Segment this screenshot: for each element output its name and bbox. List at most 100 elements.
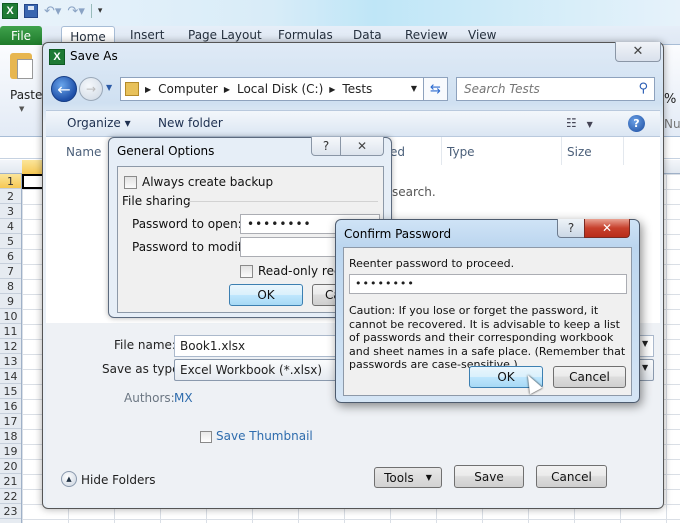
column-header-date-modified[interactable]: ed xyxy=(390,145,405,159)
close-button[interactable]: ✕ xyxy=(340,137,384,156)
row-header[interactable]: 10 xyxy=(0,309,21,324)
tab-page-layout[interactable]: Page Layout xyxy=(188,28,262,42)
close-button[interactable]: ✕ xyxy=(584,219,630,238)
row-header[interactable]: 6 xyxy=(0,249,21,264)
row-header[interactable]: 9 xyxy=(0,294,21,309)
password-to-modify-label: Password to modify: xyxy=(132,240,252,254)
paste-icon[interactable] xyxy=(10,53,33,79)
save-button[interactable]: Save xyxy=(454,465,524,488)
dialog-title: Confirm Password xyxy=(344,227,452,241)
column-divider[interactable] xyxy=(441,137,442,165)
save-as-type-dropdown-icon[interactable]: ▼ xyxy=(642,363,648,372)
close-button[interactable]: ✕ xyxy=(615,42,661,62)
help-button[interactable]: ? xyxy=(311,137,341,156)
authors-value[interactable]: MX xyxy=(174,391,193,405)
row-header[interactable]: 2 xyxy=(0,189,21,204)
tools-button[interactable]: Tools ▼ xyxy=(374,467,442,488)
tab-insert[interactable]: Insert xyxy=(130,28,164,42)
address-dropdown-icon[interactable]: ▼ xyxy=(411,84,417,93)
column-divider[interactable] xyxy=(561,137,562,165)
tab-review[interactable]: Review xyxy=(405,28,448,42)
dialog-title: Save As xyxy=(70,49,118,63)
row-header[interactable]: 18 xyxy=(0,429,21,444)
ok-button[interactable]: OK xyxy=(229,284,303,306)
row-header[interactable]: 20 xyxy=(0,459,21,474)
save-icon[interactable] xyxy=(24,4,38,18)
tab-view[interactable]: View xyxy=(468,28,496,42)
redo-icon[interactable]: ↷▾ xyxy=(67,4,84,19)
paste-button-label[interactable]: Paste xyxy=(10,88,42,102)
tab-data[interactable]: Data xyxy=(353,28,382,42)
percent-style-button[interactable]: % xyxy=(664,92,676,107)
row-header[interactable]: 13 xyxy=(0,354,21,369)
caution-text: Caution: If you lose or forget the passw… xyxy=(349,304,626,371)
reenter-password-label: Reenter password to proceed. xyxy=(349,257,515,270)
row-header[interactable]: 1 xyxy=(0,174,21,189)
breadcrumb-tests[interactable]: Tests xyxy=(342,82,372,96)
chevron-up-icon[interactable]: ▲ xyxy=(61,471,77,487)
recent-locations-dropdown-icon[interactable]: ▼ xyxy=(106,83,112,92)
empty-folder-message: search. xyxy=(392,185,436,199)
row-header[interactable]: 21 xyxy=(0,474,21,489)
column-header-name[interactable]: Name xyxy=(66,145,101,159)
breadcrumb-arrow-icon[interactable]: ▶ xyxy=(224,85,230,94)
row-header[interactable]: 17 xyxy=(0,414,21,429)
back-button[interactable]: ← xyxy=(51,76,77,102)
row-header[interactable]: 7 xyxy=(0,264,21,279)
row-header[interactable]: 11 xyxy=(0,324,21,339)
breadcrumb-arrow-icon[interactable]: ▶ xyxy=(329,85,335,94)
search-box[interactable]: ⚲ xyxy=(456,77,655,101)
row-header[interactable]: 23 xyxy=(0,504,21,519)
column-divider[interactable] xyxy=(623,137,624,165)
change-view-button[interactable]: ☷ ▼ xyxy=(566,116,593,130)
save-as-type-label: Save as type: xyxy=(102,362,184,376)
breadcrumb-arrow-icon[interactable]: ▶ xyxy=(145,85,151,94)
qat-divider xyxy=(90,4,92,18)
organize-button[interactable]: Organize ▾ xyxy=(67,116,131,130)
paste-dropdown-icon[interactable]: ▼ xyxy=(19,105,24,113)
help-icon[interactable]: ? xyxy=(628,115,645,132)
row-header[interactable]: 19 xyxy=(0,444,21,459)
cancel-button[interactable]: Cancel xyxy=(553,366,626,388)
row-header[interactable]: 14 xyxy=(0,369,21,384)
arrow-right-icon: → xyxy=(85,82,97,96)
always-create-backup-label[interactable]: Always create backup xyxy=(142,175,273,189)
row-header[interactable]: 15 xyxy=(0,384,21,399)
refresh-button[interactable]: ⇆ xyxy=(424,77,448,101)
row-header[interactable]: 12 xyxy=(0,339,21,354)
cancel-button[interactable]: Cancel xyxy=(536,465,607,488)
tab-formulas[interactable]: Formulas xyxy=(278,28,333,42)
save-thumbnail-label[interactable]: Save Thumbnail xyxy=(216,429,313,443)
read-only-recommended-checkbox[interactable] xyxy=(240,265,253,278)
new-folder-button[interactable]: New folder xyxy=(158,116,223,130)
customize-qat-icon[interactable]: ▾ xyxy=(98,6,103,16)
chevron-down-icon: ▼ xyxy=(586,120,593,129)
quick-access-toolbar: X ↶▾ ↷▾ ▾ xyxy=(2,3,102,19)
tools-label: Tools xyxy=(384,470,414,485)
row-header[interactable]: 4 xyxy=(0,219,21,234)
excel-icon[interactable]: X xyxy=(2,3,18,19)
breadcrumb-local-disk[interactable]: Local Disk (C:) xyxy=(237,82,323,96)
always-create-backup-checkbox[interactable] xyxy=(124,176,137,189)
reenter-password-input[interactable]: •••••••• xyxy=(349,274,627,294)
row-header[interactable]: 8 xyxy=(0,279,21,294)
help-button[interactable]: ? xyxy=(557,219,585,238)
row-header[interactable]: 3 xyxy=(0,204,21,219)
hide-folders-button[interactable]: Hide Folders xyxy=(81,473,156,487)
undo-icon[interactable]: ↶▾ xyxy=(44,4,61,19)
row-header[interactable]: 22 xyxy=(0,489,21,504)
search-input[interactable] xyxy=(464,82,624,96)
view-list-icon: ☷ xyxy=(566,116,577,130)
search-icon[interactable]: ⚲ xyxy=(638,81,648,96)
row-header[interactable]: 16 xyxy=(0,399,21,414)
column-header-type[interactable]: Type xyxy=(447,145,475,159)
address-bar[interactable]: ▶ Computer ▶ Local Disk (C:) ▶ Tests ▼ xyxy=(120,77,424,101)
row-header[interactable]: 5 xyxy=(0,234,21,249)
row-headers: 1 2 3 4 5 6 7 8 9 10 11 12 13 14 15 16 17 18 19 20 21 22 23 xyxy=(0,174,22,523)
file-name-dropdown-icon[interactable]: ▼ xyxy=(642,339,648,348)
column-header-size[interactable]: Size xyxy=(567,145,592,159)
tab-file[interactable]: File xyxy=(0,26,42,45)
save-thumbnail-checkbox[interactable] xyxy=(200,431,212,443)
breadcrumb-computer[interactable]: Computer xyxy=(158,82,218,96)
forward-button[interactable]: → xyxy=(79,77,103,101)
